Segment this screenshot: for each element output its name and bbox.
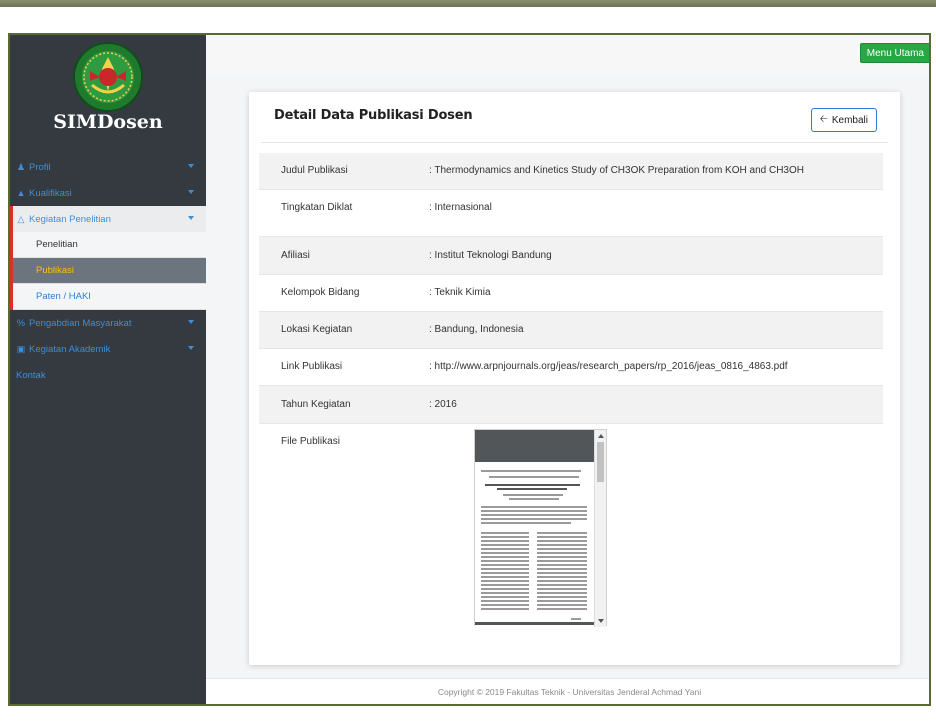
menu-utama-button[interactable]: Menu Utama [859,43,929,63]
page-title: Detail Data Publikasi Dosen [274,108,473,123]
chevron-down-icon [188,190,194,194]
publication-link[interactable]: : http://www.arpnjournals.org/jeas/resea… [429,361,788,372]
row-value: : Internasional [429,202,492,213]
top-header: Menu Utama [206,35,929,75]
user-icon: ♟ [16,162,26,172]
row-label: Afiliasi [281,250,310,261]
university-logo [73,42,143,112]
sidebar-item-kegiatan-akademik[interactable]: ▣ Kegiatan Akademik [10,336,206,362]
row-label: Lokasi Kegiatan [281,324,353,335]
chevron-down-icon [188,320,194,324]
footer: Copyright © 2019 Fakultas Teknik - Unive… [206,678,929,704]
sidebar-item-kegiatan-penelitian[interactable]: △ Kegiatan Penelitian [10,206,206,232]
row-label: Judul Publikasi [281,165,348,176]
detail-row-judul: Judul Publikasi : Thermodynamics and Kin… [259,153,883,190]
sidebar-submenu-penelitian: Penelitian Publikasi Paten / HAKI [10,232,206,310]
scroll-down-icon[interactable] [598,619,604,623]
row-value: : Thermodynamics and Kinetics Study of C… [429,165,804,176]
sidebar-menu: ♟ Profil ▲ Kualifikasi △ Kegiatan Peneli… [10,154,206,388]
card-divider [261,142,888,143]
detail-row-tahun: Tahun Kegiatan : 2016 [259,386,883,424]
sidebar-item-label: Kegiatan Penelitian [29,213,111,225]
detail-row-kelompok-bidang: Kelompok Bidang : Teknik Kimia [259,275,883,312]
sidebar-item-kontak[interactable]: Kontak [10,362,206,388]
pdf-viewer[interactable] [474,429,607,627]
detail-row-lokasi: Lokasi Kegiatan : Bandung, Indonesia [259,312,883,349]
row-label: Link Publikasi [281,361,343,372]
flask-icon: △ [17,214,25,224]
detail-row-afiliasi: Afiliasi : Institut Teknologi Bandung [259,237,883,275]
pdf-page-edge [475,622,595,625]
detail-row-link: Link Publikasi : http://www.arpnjournals… [259,349,883,386]
chevron-down-icon [188,346,194,350]
pdf-scrollbar[interactable] [594,430,606,627]
row-value: : Institut Teknologi Bandung [429,250,552,261]
sidebar-subitem-penelitian[interactable]: Penelitian [13,232,206,258]
row-label: File Publikasi [281,436,340,447]
back-button[interactable]: 🡠 Kembali [810,108,877,132]
row-label: Tingkatan Diklat [281,202,353,213]
sidebar-subitem-paten-haki[interactable]: Paten / HAKI [13,284,206,310]
chalkboard-icon: ▣ [16,344,26,354]
sidebar-item-label: Kontak [16,369,46,381]
sidebar-item-label: Pengabdian Masyarakat [29,317,132,329]
window-top-border [0,0,936,7]
app-frame: SIMDosen ♟ Profil ▲ Kualifikasi △ Kegiat… [8,33,931,706]
sidebar-item-label: Kualifikasi [29,187,72,199]
chevron-down-icon [188,164,194,168]
pdf-page [475,462,595,627]
sidebar: SIMDosen ♟ Profil ▲ Kualifikasi △ Kegiat… [10,35,206,704]
row-value: : Bandung, Indonesia [429,324,524,335]
detail-row-tingkatan: Tingkatan Diklat : Internasional [259,190,883,237]
row-value: : 2016 [429,399,457,410]
sidebar-item-label: Kegiatan Akademik [29,343,111,355]
brand-title: SIMDosen [53,111,163,133]
row-label: Kelompok Bidang [281,287,360,298]
chevron-down-icon [188,216,194,220]
detail-card: Detail Data Publikasi Dosen 🡠 Kembali Ju… [249,92,900,665]
percent-icon: % [16,318,25,328]
graduation-cap-icon: ▲ [16,188,26,198]
sidebar-subitem-publikasi[interactable]: Publikasi [13,258,206,284]
sidebar-item-label: Profil [29,161,51,173]
sidebar-item-profil[interactable]: ♟ Profil [10,154,206,180]
back-button-label: Kembali [831,114,868,126]
row-label: Tahun Kegiatan [281,399,351,410]
sidebar-item-kualifikasi[interactable]: ▲ Kualifikasi [10,180,206,206]
scroll-up-icon[interactable] [598,434,604,438]
sidebar-item-pengabdian-masyarakat[interactable]: % Pengabdian Masyarakat [10,310,206,336]
arrow-left-icon: 🡠 [819,113,828,125]
scrollbar-thumb[interactable] [597,442,604,482]
pdf-toolbar [475,430,595,462]
row-value: : Teknik Kimia [429,287,491,298]
